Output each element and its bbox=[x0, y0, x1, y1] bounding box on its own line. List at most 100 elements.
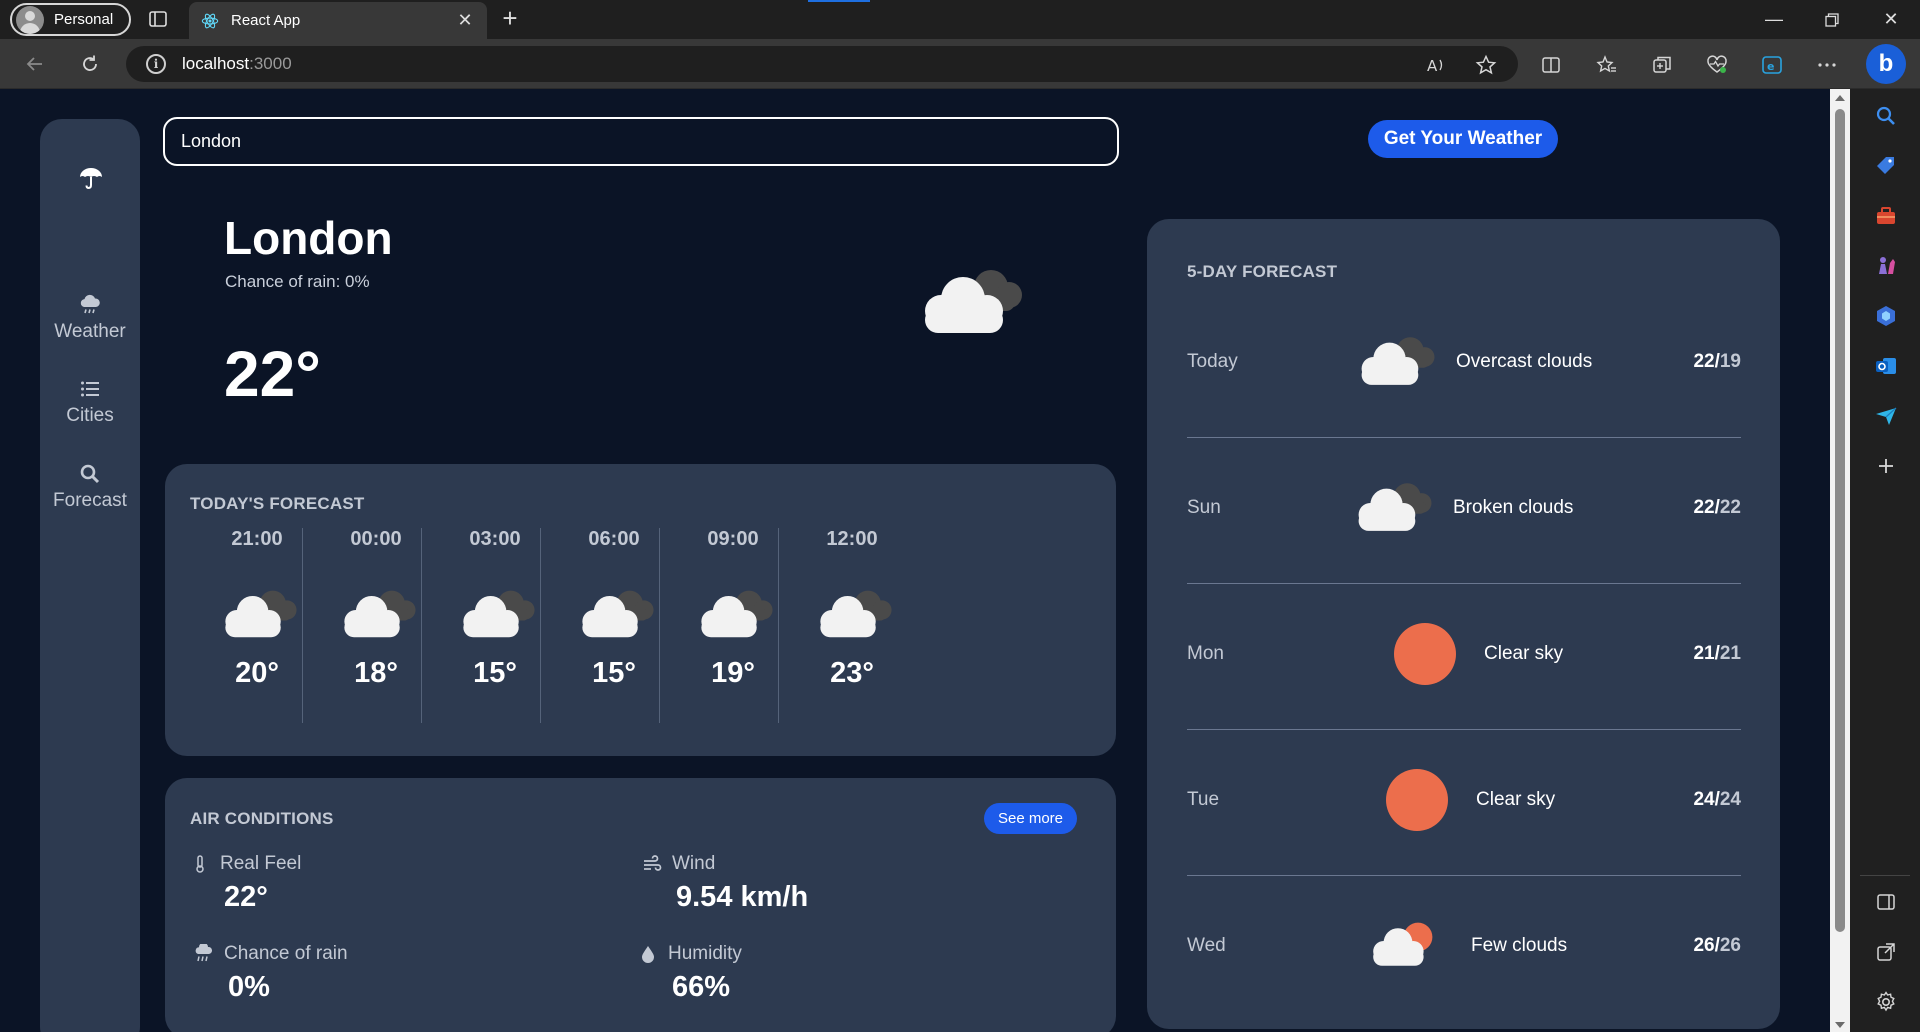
cloud-rain-icon bbox=[78, 293, 102, 317]
forecast-low: 22 bbox=[1719, 497, 1741, 518]
edge-sidebar bbox=[1850, 89, 1920, 1032]
browser-tab-bar: Personal React App ✕ + — ✕ bbox=[0, 0, 1920, 39]
page-scrollbar[interactable] bbox=[1830, 89, 1850, 1032]
minimize-icon[interactable]: — bbox=[1745, 0, 1803, 39]
more-options-icon[interactable] bbox=[1816, 54, 1838, 76]
wind-item: Wind 9.54 km/h bbox=[642, 853, 808, 914]
profile-button[interactable]: Personal bbox=[10, 3, 132, 36]
shopping-tag-icon[interactable] bbox=[1873, 153, 1899, 179]
five-day-forecast-title: 5-DAY FORECAST bbox=[1187, 262, 1338, 281]
new-tab-icon[interactable]: + bbox=[498, 5, 522, 31]
overcast-cloud-icon bbox=[212, 581, 302, 639]
scroll-down-arrow-icon[interactable] bbox=[1835, 1022, 1845, 1028]
nav-weather[interactable]: Weather bbox=[40, 293, 140, 343]
forecast-day-row: Mon Clear sky 21/21 bbox=[1187, 581, 1741, 727]
sun-icon bbox=[1394, 623, 1456, 685]
forecast-description: Few clouds bbox=[1471, 935, 1568, 956]
chance-of-rain-text: Chance of rain: 0% bbox=[225, 272, 370, 291]
tab-close-icon[interactable]: ✕ bbox=[455, 10, 475, 31]
air-conditions-card: AIR CONDITIONS See more Real Feel 22° Wi… bbox=[165, 778, 1116, 1032]
city-search-input[interactable]: London bbox=[163, 117, 1119, 166]
restore-icon[interactable] bbox=[1803, 0, 1861, 39]
profile-avatar-icon bbox=[16, 5, 44, 34]
nav-cities-label: Cities bbox=[66, 405, 114, 426]
send-drop-icon[interactable] bbox=[1873, 403, 1899, 429]
games-chess-icon[interactable] bbox=[1873, 253, 1899, 279]
forecast-day-name: Sun bbox=[1187, 497, 1221, 518]
profile-label: Personal bbox=[54, 11, 114, 28]
browser-tab-active[interactable]: React App ✕ bbox=[189, 2, 487, 39]
site-info-icon[interactable]: i bbox=[146, 54, 166, 74]
outlook-icon[interactable] bbox=[1873, 353, 1899, 379]
forecast-temperature-range: 24/24 bbox=[1693, 727, 1741, 873]
url-host: localhost bbox=[182, 54, 250, 73]
forecast-high: 21 bbox=[1693, 643, 1715, 664]
url-port: :3000 bbox=[249, 54, 292, 73]
real-feel-value: 22° bbox=[224, 881, 268, 913]
few-clouds-icon bbox=[1362, 911, 1442, 977]
forecast-high: 22 bbox=[1693, 351, 1715, 372]
get-weather-button[interactable]: Get Your Weather bbox=[1368, 120, 1558, 158]
edge-browser-icon[interactable]: e bbox=[1761, 54, 1783, 76]
forecast-day-name: Tue bbox=[1187, 789, 1220, 810]
overcast-cloud-icon bbox=[925, 270, 1022, 333]
favorite-star-icon[interactable] bbox=[1475, 54, 1497, 76]
nav-weather-label: Weather bbox=[54, 321, 126, 342]
tab-actions-icon[interactable] bbox=[148, 9, 168, 29]
close-window-icon[interactable]: ✕ bbox=[1862, 0, 1920, 39]
wind-value: 9.54 km/h bbox=[676, 881, 809, 913]
collections-icon[interactable] bbox=[1651, 54, 1673, 76]
nav-cities[interactable]: Cities bbox=[40, 377, 140, 427]
chance-of-rain-item: Chance of rain 0% bbox=[194, 943, 348, 1004]
tools-toolbox-icon[interactable] bbox=[1873, 203, 1899, 229]
back-icon[interactable] bbox=[20, 49, 50, 79]
sidebar-search-icon[interactable] bbox=[1873, 103, 1899, 129]
chance-of-rain-value: 0% bbox=[228, 971, 270, 1003]
overcast-cloud-icon bbox=[331, 581, 421, 639]
overcast-cloud-icon bbox=[807, 581, 897, 639]
nav-forecast[interactable]: Forecast bbox=[40, 462, 140, 512]
address-bar[interactable]: i localhost:3000 bbox=[126, 46, 1518, 82]
forecast-day-name: Today bbox=[1187, 351, 1238, 372]
react-favicon-icon bbox=[201, 13, 219, 28]
read-aloud-icon[interactable]: A bbox=[1425, 54, 1447, 76]
favorites-icon[interactable] bbox=[1596, 54, 1618, 76]
hour-divider bbox=[778, 528, 779, 723]
split-screen-icon[interactable] bbox=[1540, 54, 1562, 76]
settings-gear-icon[interactable] bbox=[1873, 989, 1899, 1015]
real-feel-item: Real Feel 22° bbox=[190, 853, 301, 914]
forecast-temperature-range: 21/21 bbox=[1693, 581, 1741, 727]
refresh-icon[interactable] bbox=[75, 49, 105, 79]
svg-text:A: A bbox=[1427, 57, 1438, 75]
forecast-low: 19 bbox=[1719, 351, 1741, 372]
scrollbar-thumb[interactable] bbox=[1835, 109, 1845, 932]
open-external-icon[interactable] bbox=[1873, 939, 1899, 965]
scroll-up-arrow-icon[interactable] bbox=[1835, 95, 1845, 101]
performance-heart-icon[interactable] bbox=[1706, 54, 1728, 76]
see-more-button[interactable]: See more bbox=[984, 803, 1077, 834]
water-drop-icon bbox=[638, 944, 658, 964]
hour-divider bbox=[421, 528, 422, 723]
real-feel-label: Real Feel bbox=[220, 853, 302, 874]
five-day-forecast-card: 5-DAY FORECAST Today Overcast clouds 22/19… bbox=[1147, 219, 1780, 1029]
sidebar-divider bbox=[1860, 875, 1910, 876]
copilot-app-icon[interactable] bbox=[1873, 303, 1899, 329]
tab-accent-line bbox=[808, 0, 870, 2]
copilot-bing-icon[interactable]: b bbox=[1866, 44, 1906, 84]
forecast-temperature-range: 22/19 bbox=[1693, 289, 1741, 435]
overcast-cloud-icon bbox=[569, 581, 659, 639]
hour-divider bbox=[659, 528, 660, 723]
overcast-cloud-icon bbox=[450, 581, 540, 639]
air-conditions-title: AIR CONDITIONS bbox=[190, 809, 334, 828]
app-sidebar: Weather Cities Forecast bbox=[40, 119, 140, 1032]
nav-forecast-label: Forecast bbox=[53, 490, 127, 511]
todays-forecast-card: TODAY'S FORECAST 21:00 20° 00:00 18° 03:00 15… bbox=[165, 464, 1116, 756]
hide-sidebar-icon[interactable] bbox=[1873, 889, 1899, 915]
humidity-label: Humidity bbox=[668, 943, 742, 964]
forecast-temperature-range: 26/26 bbox=[1693, 873, 1741, 1019]
wind-label: Wind bbox=[672, 853, 716, 874]
forecast-low: 26 bbox=[1719, 935, 1741, 956]
forecast-low: 24 bbox=[1719, 789, 1741, 810]
hour-divider bbox=[540, 528, 541, 723]
add-sidebar-app-icon[interactable] bbox=[1873, 453, 1899, 479]
